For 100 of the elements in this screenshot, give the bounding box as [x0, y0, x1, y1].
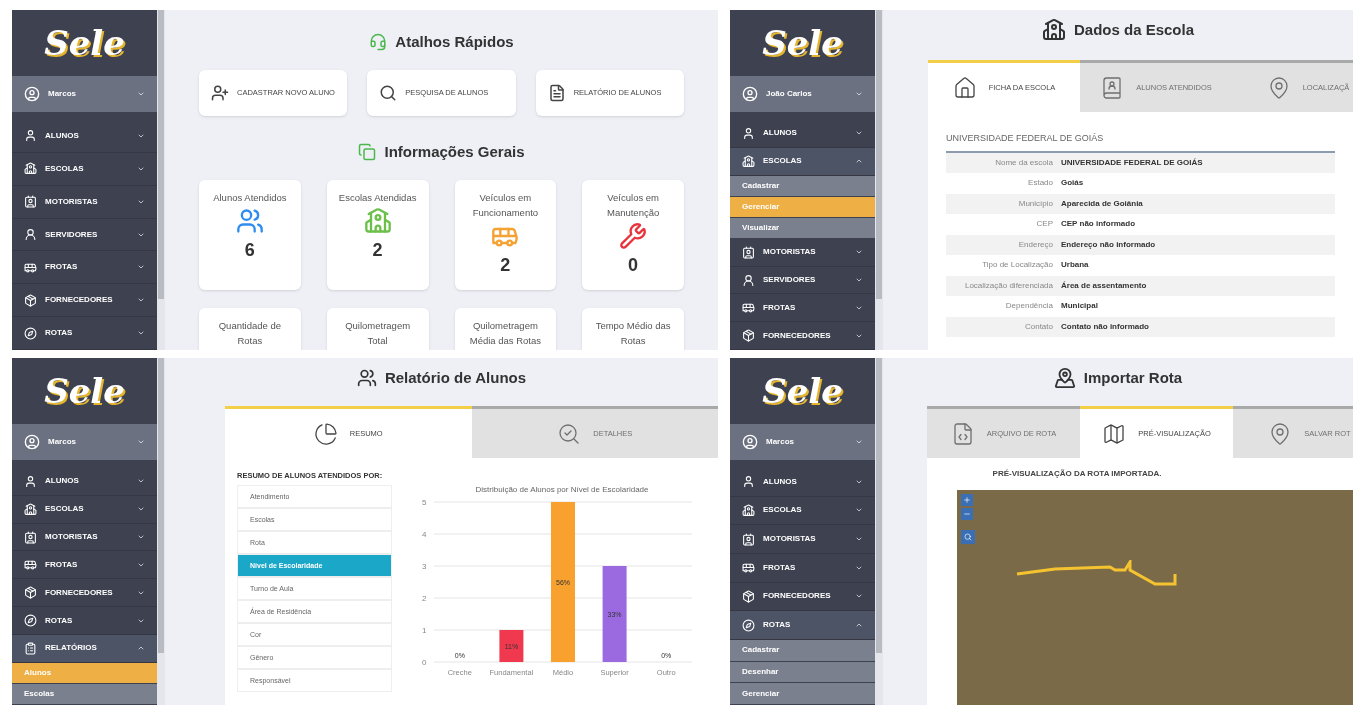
bus-icon	[742, 561, 755, 575]
package-icon	[24, 293, 37, 307]
field-label: Contato	[1023, 320, 1054, 333]
bus-icon	[24, 558, 37, 572]
search-button[interactable]	[961, 530, 975, 544]
caret-icon	[855, 90, 863, 98]
nav-item[interactable]: ESCOLAS	[730, 147, 875, 176]
field-value: Municipal	[1061, 300, 1098, 313]
avatar-icon	[742, 86, 758, 102]
user-menu[interactable]: Marcos	[12, 76, 157, 112]
scrollbar[interactable]	[158, 10, 164, 299]
pie-chart-icon	[313, 421, 338, 446]
submenu-item[interactable]: Desenhar	[730, 661, 875, 684]
zoom-out-button[interactable]	[961, 508, 973, 520]
field-label: CEP	[1035, 218, 1054, 231]
axis-label: 1	[422, 626, 427, 635]
clipboard-icon	[24, 641, 37, 655]
person-icon	[742, 273, 755, 287]
caret-icon	[137, 90, 145, 98]
house-icon	[952, 75, 977, 100]
field-value: Urbana	[1061, 259, 1089, 272]
search-icon	[964, 533, 972, 541]
logo: Sele	[44, 374, 125, 408]
caret-icon	[855, 621, 863, 629]
documents-icon	[358, 143, 377, 161]
caret-icon	[855, 276, 863, 284]
nav-item[interactable]: RELATÓRIOS	[12, 634, 157, 663]
user-menu[interactable]: Marcos	[12, 424, 157, 460]
logo: Sele	[44, 26, 125, 60]
stat-label: Escolas Atendidas	[337, 191, 418, 205]
compass-icon	[24, 326, 37, 340]
scrollbar[interactable]	[876, 10, 882, 299]
chart-title: Distribuição de Alunos por Nível de Escolaridade	[475, 485, 649, 494]
stat-label: Quantidade de Rotas	[217, 319, 283, 348]
headset-icon	[369, 33, 388, 51]
section-title: Atalhos Rápidos	[395, 31, 514, 52]
scrollbar[interactable]	[876, 358, 882, 653]
scrollbar[interactable]	[158, 358, 164, 653]
page-title: Importar Rota	[1083, 367, 1183, 388]
user-plus-icon	[211, 84, 229, 102]
field-value: CEP não informado	[1061, 218, 1136, 231]
map-pin-icon	[1053, 367, 1076, 389]
field-label: Localização diferenciada	[963, 279, 1054, 292]
package-icon	[742, 329, 755, 343]
section-title: Informações Gerais	[384, 141, 525, 162]
axis-label: 0	[422, 658, 427, 667]
submenu-item[interactable]: Cadastrar	[730, 175, 875, 197]
caret-icon	[137, 438, 145, 446]
stat-value: 2	[500, 254, 511, 277]
avatar-icon	[24, 434, 40, 450]
compass-icon	[24, 614, 37, 628]
field-value: Aparecida de Goiânia	[1061, 197, 1143, 210]
field-label: Município	[1017, 197, 1054, 210]
submenu-item[interactable]: Visualizar	[730, 217, 875, 239]
map-caption: PRÉ-VISUALIZAÇÃO DA ROTA IMPORTADA.	[991, 468, 1163, 480]
logo: Sele	[762, 26, 843, 60]
field-label: Tipo de Localização	[981, 259, 1054, 272]
field-value: Goiás	[1061, 177, 1084, 190]
user-menu[interactable]: Marcos	[730, 424, 875, 460]
plus-icon	[963, 496, 971, 504]
field-label: Endereço	[1017, 238, 1054, 251]
page-title: Relatório de Alunos	[384, 367, 527, 388]
field-value: UNIVERSIDADE FEDERAL DE GOIÁS	[1061, 156, 1203, 169]
field-value: Endereço não informado	[1061, 238, 1156, 251]
caret-icon	[855, 438, 863, 446]
submenu-item[interactable]: Cadastrar	[730, 639, 875, 662]
school-icon	[24, 502, 37, 516]
field-label: Estado	[1027, 177, 1054, 190]
zoom-in-button[interactable]	[961, 494, 973, 506]
stat-value: 6	[244, 239, 255, 262]
people-icon	[356, 368, 377, 388]
submenu-item[interactable]: Gerenciar	[730, 683, 875, 705]
bar	[499, 630, 524, 662]
field-label: Dependência	[1004, 300, 1054, 313]
compass-icon	[742, 618, 755, 632]
axis-label: 5	[422, 498, 427, 507]
stat-value: 2	[372, 239, 383, 262]
field-value: Área de assentamento	[1061, 279, 1147, 292]
stat-label: Tempo Médio das Rotas	[594, 319, 672, 348]
school-icon	[742, 503, 755, 517]
axis-label: 3	[422, 562, 427, 571]
user-menu[interactable]: João Carlos	[730, 76, 875, 112]
school-icon	[742, 154, 755, 168]
page-title: Dados da Escola	[1073, 19, 1194, 40]
person-icon	[24, 228, 37, 241]
stat-label: Quilometragem Total	[344, 319, 412, 348]
axis-label: 4	[422, 530, 427, 539]
stat-label: Veículos em Manutenção	[605, 191, 661, 220]
logo: Sele	[762, 374, 843, 408]
stat-label: Alunos Atendidos	[212, 191, 288, 205]
field-label: Nome da escola	[994, 156, 1054, 169]
document-icon	[547, 84, 566, 102]
avatar-icon	[24, 86, 40, 102]
school-icon	[24, 162, 37, 176]
bus-icon	[742, 301, 755, 315]
nav-item[interactable]: ROTAS	[730, 611, 875, 640]
stat-value: 0	[628, 254, 639, 277]
submenu-item[interactable]: Escolas	[12, 683, 157, 705]
axis-label: 2	[422, 594, 427, 603]
field-value: Contato não informado	[1061, 320, 1149, 333]
